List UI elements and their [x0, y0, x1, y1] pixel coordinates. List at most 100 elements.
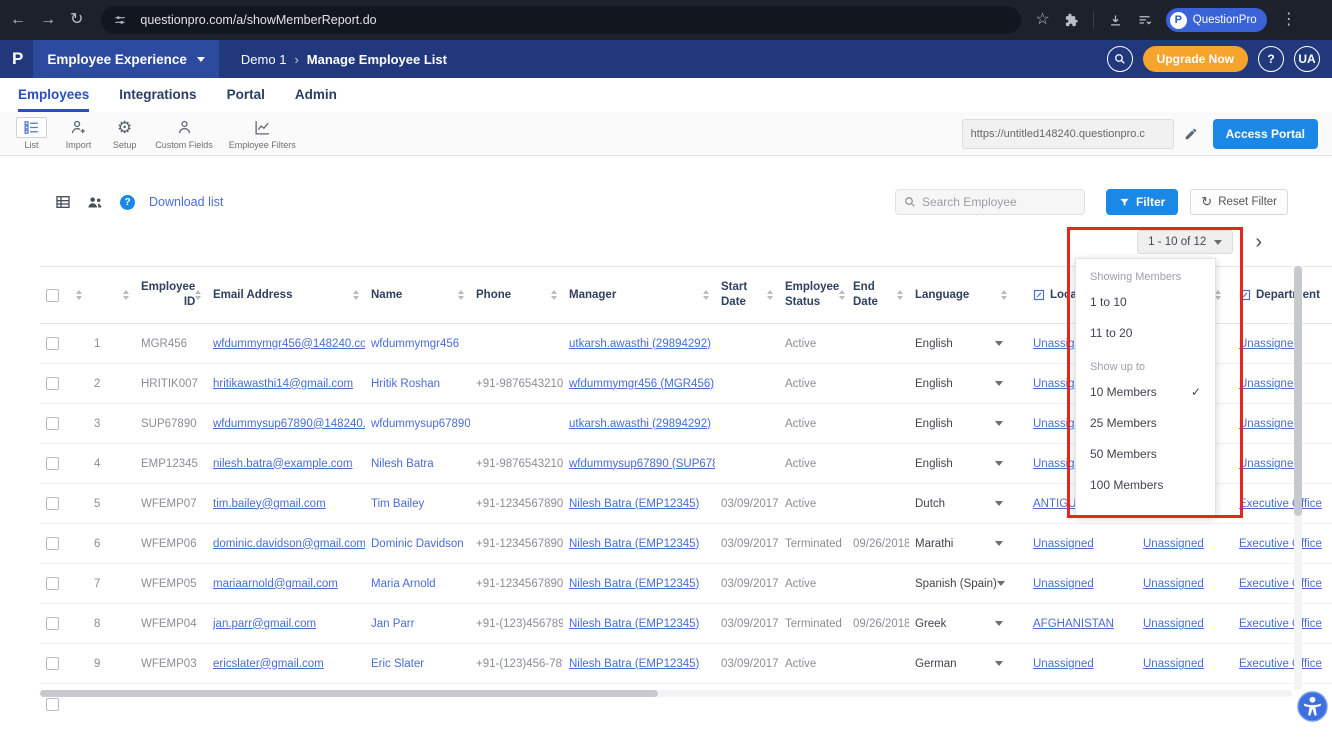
row-checkbox[interactable] [46, 337, 59, 350]
sort-icon[interactable] [353, 290, 359, 300]
language-dropdown[interactable]: German [909, 644, 1013, 683]
site-settings-icon[interactable] [113, 13, 127, 27]
tool-import[interactable]: Import [55, 114, 102, 153]
name-link[interactable]: Eric Slater [371, 658, 424, 670]
back-icon[interactable]: ← [10, 12, 26, 28]
location-link[interactable]: AFGHANISTAN [1033, 618, 1114, 630]
manager-link[interactable]: wfdummysup67890 (SUP67890) [569, 458, 715, 470]
email-link[interactable]: nilesh.batra@example.com [213, 458, 353, 470]
row-checkbox[interactable] [46, 617, 59, 630]
sort-icon[interactable] [703, 290, 709, 300]
sort-icon[interactable] [76, 290, 82, 300]
tool-setup[interactable]: ⚙ Setup [102, 114, 147, 153]
forward-icon[interactable]: → [40, 12, 56, 28]
email-link[interactable]: jan.parr@gmail.com [213, 618, 316, 630]
name-link[interactable]: Tim Bailey [371, 498, 424, 510]
manager-link[interactable]: utkarsh.awasthi (29894292) [569, 418, 711, 430]
language-dropdown[interactable]: English [909, 324, 1013, 363]
extensions-icon[interactable] [1064, 13, 1079, 28]
email-link[interactable]: mariaarnold@gmail.com [213, 578, 338, 590]
sort-icon[interactable] [123, 290, 129, 300]
sort-icon[interactable] [195, 290, 201, 300]
horizontal-scrollbar[interactable] [40, 690, 1292, 697]
menu-item-50-members[interactable]: 50 Members [1076, 439, 1215, 470]
menu-item-25-members[interactable]: 25 Members [1076, 408, 1215, 439]
name-link[interactable]: wfdummymgr456 [371, 338, 459, 350]
location-link[interactable]: Unassigned [1033, 578, 1094, 590]
location-link[interactable]: Unassigned [1033, 658, 1094, 670]
language-dropdown[interactable]: English [909, 444, 1013, 483]
portal-url-input[interactable] [962, 119, 1174, 149]
tab-admin[interactable]: Admin [295, 81, 337, 112]
tab-employees[interactable]: Employees [18, 81, 89, 112]
department-link[interactable]: Unassigned [1239, 378, 1300, 390]
name-link[interactable]: Maria Arnold [371, 578, 436, 590]
vertical-scrollbar[interactable] [1294, 266, 1302, 690]
tab-integrations[interactable]: Integrations [119, 81, 196, 112]
department-link[interactable]: Unassigned [1239, 338, 1300, 350]
accessibility-widget[interactable] [1297, 691, 1328, 722]
search-icon[interactable] [1107, 46, 1133, 72]
division-link[interactable]: Unassigned [1143, 658, 1204, 670]
browser-menu-icon[interactable]: ⋮ [1281, 12, 1297, 28]
url-bar[interactable]: questionpro.com/a/showMemberReport.do [101, 6, 1021, 34]
manager-link[interactable]: Nilesh Batra (EMP12345) [569, 498, 699, 510]
manager-link[interactable]: wfdummymgr456 (MGR456) [569, 378, 714, 390]
help-button[interactable]: ? [1258, 46, 1284, 72]
row-checkbox[interactable] [46, 417, 59, 430]
browser-profile-button[interactable]: P QuestionPro [1166, 8, 1267, 32]
product-switcher[interactable]: Employee Experience [33, 40, 219, 78]
manager-link[interactable]: Nilesh Batra (EMP12345) [569, 658, 699, 670]
horizontal-scrollbar-thumb[interactable] [40, 690, 658, 697]
department-link[interactable]: Executive Office [1239, 538, 1322, 550]
manager-link[interactable]: utkarsh.awasthi (29894292) [569, 338, 711, 350]
department-link[interactable]: Executive Office [1239, 618, 1322, 630]
manager-link[interactable]: Nilesh Batra (EMP12345) [569, 538, 699, 550]
sort-icon[interactable] [551, 290, 557, 300]
division-link[interactable]: Unassigned [1143, 538, 1204, 550]
bookmark-star-icon[interactable]: ☆ [1035, 12, 1049, 28]
row-checkbox[interactable] [46, 497, 59, 510]
menu-item-100-members[interactable]: 100 Members [1076, 470, 1215, 501]
name-link[interactable]: Nilesh Batra [371, 458, 434, 470]
downloads-icon[interactable] [1108, 13, 1123, 28]
reload-icon[interactable]: ↻ [70, 12, 83, 28]
reset-filter-button[interactable]: ↻ Reset Filter [1190, 189, 1288, 215]
sort-icon[interactable] [767, 290, 773, 300]
location-link[interactable]: Unassigned [1033, 538, 1094, 550]
tab-portal[interactable]: Portal [227, 81, 265, 112]
email-link[interactable]: ericslater@gmail.com [213, 658, 324, 670]
department-link[interactable]: Executive Office [1239, 498, 1322, 510]
row-checkbox[interactable] [46, 577, 59, 590]
team-icon[interactable] [87, 194, 104, 211]
name-link[interactable]: Dominic Davidson [371, 538, 464, 550]
edit-column-icon[interactable] [1033, 289, 1045, 301]
edit-column-icon[interactable] [1239, 289, 1251, 301]
department-link[interactable]: Executive Office [1239, 658, 1322, 670]
language-dropdown[interactable]: English [909, 364, 1013, 403]
manager-link[interactable]: Nilesh Batra (EMP12345) [569, 618, 699, 630]
breadcrumb-parent[interactable]: Demo 1 [241, 52, 287, 67]
menu-item-10-members[interactable]: 10 Members ✓ [1076, 377, 1215, 408]
tool-list[interactable]: List [8, 114, 55, 153]
select-all-checkbox[interactable] [46, 289, 59, 302]
row-checkbox[interactable] [46, 698, 59, 711]
manager-link[interactable]: Nilesh Batra (EMP12345) [569, 578, 699, 590]
reading-list-icon[interactable] [1137, 13, 1152, 28]
download-list-link[interactable]: Download list [149, 195, 223, 209]
sort-icon[interactable] [839, 290, 845, 300]
language-dropdown[interactable]: Greek [909, 604, 1013, 643]
pagination-range-dropdown[interactable]: 1 - 10 of 12 [1137, 230, 1233, 254]
email-link[interactable]: wfdummymgr456@148240.com [213, 338, 365, 350]
row-checkbox[interactable] [46, 457, 59, 470]
sort-icon[interactable] [1001, 290, 1007, 300]
filter-button[interactable]: Filter [1106, 189, 1178, 215]
department-link[interactable]: Unassigned [1239, 458, 1300, 470]
email-link[interactable]: wfdummysup67890@148240.com [213, 418, 365, 430]
department-link[interactable]: Executive Office [1239, 578, 1322, 590]
sort-icon[interactable] [458, 290, 464, 300]
email-link[interactable]: hritikawasthi14@gmail.com [213, 378, 353, 390]
email-link[interactable]: tim.bailey@gmail.com [213, 498, 326, 510]
help-icon[interactable]: ? [120, 195, 135, 210]
search-employee-input[interactable] [922, 195, 1072, 209]
